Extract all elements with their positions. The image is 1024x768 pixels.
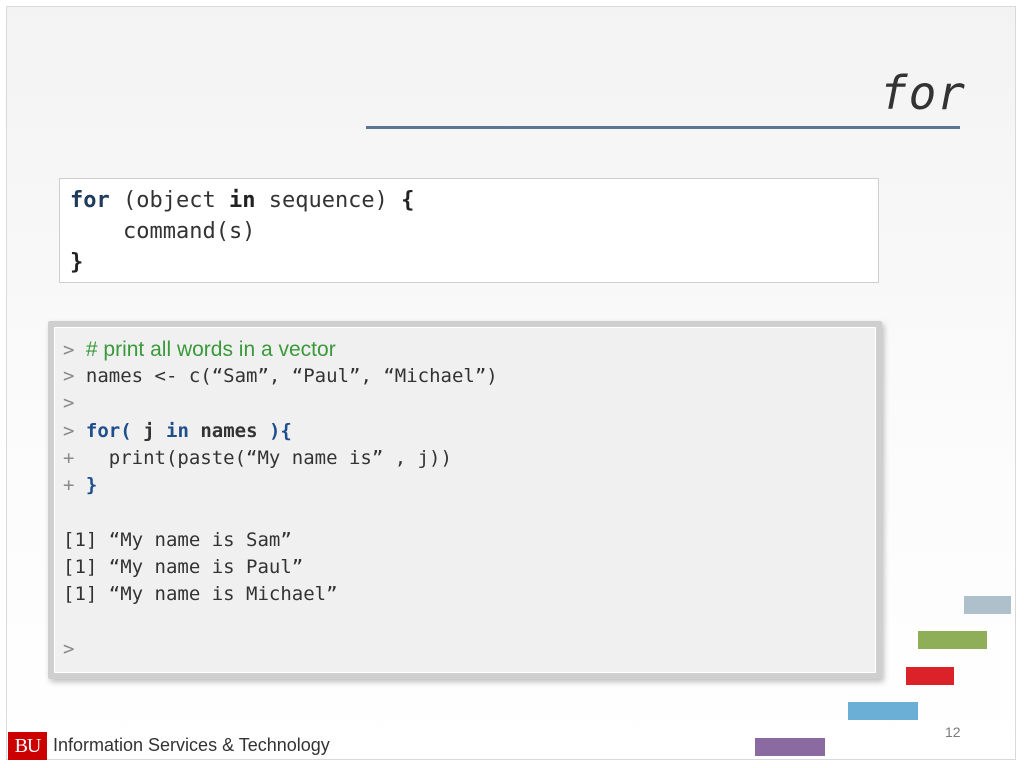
console-output-line: [1] “My name is Paul”	[63, 556, 304, 578]
console-line-for: > for( j in names ){	[63, 418, 292, 445]
console-prompt: >	[63, 420, 75, 442]
syntax-open-brace: {	[401, 188, 415, 213]
console-comment: # print all words in a vector	[85, 338, 336, 361]
console-for-keyword: for(	[85, 420, 132, 442]
console-output-line: [1] “My name is Michael”	[63, 583, 338, 605]
console-continuation: +	[63, 447, 75, 469]
console-prompt: >	[63, 365, 75, 387]
decor-bar-green	[918, 631, 987, 649]
console-line-empty: >	[63, 390, 74, 417]
r-console: > # print all words in a vector > names …	[48, 321, 882, 679]
syntax-line-1: for (object in sequence) {	[70, 185, 868, 216]
console-output-line: [1] “My name is Sam”	[63, 529, 292, 551]
decor-bar-purple	[755, 738, 825, 756]
title-underline	[366, 126, 960, 129]
decor-bar-sky	[848, 702, 918, 720]
syntax-for-keyword: for	[70, 188, 110, 213]
syntax-text: (object	[109, 188, 229, 213]
syntax-in-keyword: in	[228, 188, 256, 213]
syntax-box: for (object in sequence) { command(s) }	[59, 178, 879, 283]
slide-title: for	[879, 66, 966, 120]
r-console-body: > # print all words in a vector > names …	[54, 327, 876, 673]
decor-bar-gray-blue	[964, 596, 1011, 614]
decor-bar-red	[906, 667, 954, 685]
console-continuation: +	[63, 474, 75, 496]
console-assign: names <- c(“Sam”, “Paul”, “Michael”)	[85, 365, 498, 387]
syntax-line-2: command(s)	[70, 219, 256, 244]
page-number: 12	[945, 724, 961, 740]
footer-org-name: Information Services & Technology	[53, 735, 330, 755]
syntax-line-3: }	[70, 250, 84, 275]
syntax-text: sequence)	[255, 188, 402, 213]
console-line-close: + }	[63, 472, 97, 499]
console-in-keyword: in	[166, 420, 189, 442]
console-line-comment: > # print all words in a vector	[63, 336, 336, 363]
console-prompt: >	[63, 638, 75, 660]
console-names: names	[188, 420, 269, 442]
bu-logo: BU	[8, 732, 47, 760]
console-line-print: + print(paste(“My name is” , j))	[63, 445, 452, 472]
console-paren-brace: ){	[268, 420, 292, 442]
console-line-final-prompt: >	[63, 636, 74, 663]
console-var-j: j	[131, 420, 166, 442]
console-print: print(paste(“My name is” , j))	[74, 447, 452, 469]
console-prompt: >	[63, 339, 75, 361]
console-prompt: >	[63, 392, 75, 414]
console-close-brace: }	[85, 474, 98, 496]
console-line-assign: > names <- c(“Sam”, “Paul”, “Michael”)	[63, 363, 498, 390]
